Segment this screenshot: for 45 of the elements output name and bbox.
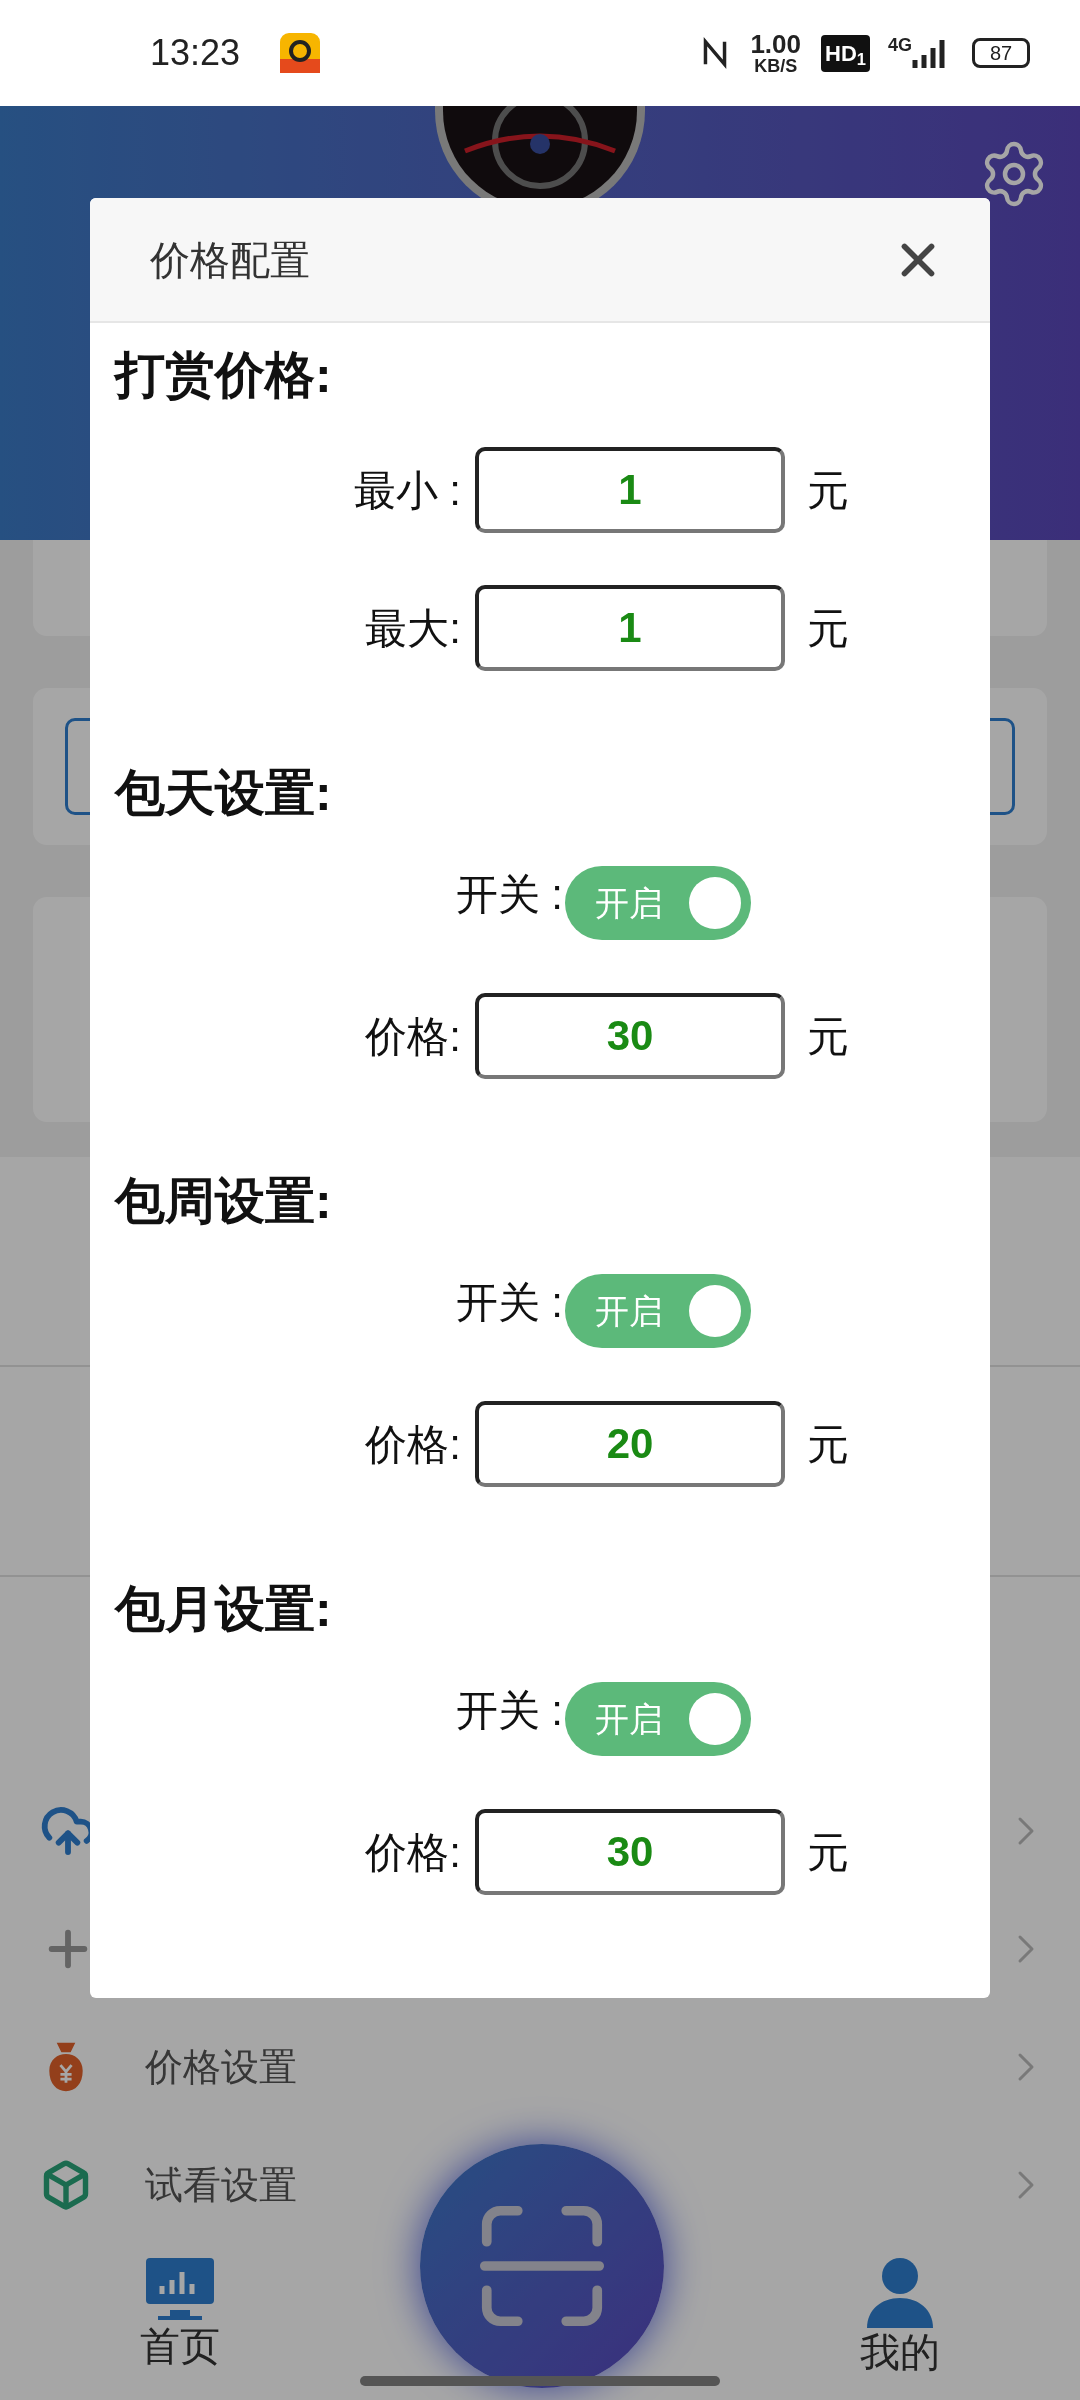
nfc-icon	[702, 37, 729, 69]
field-label: 最大:	[365, 603, 461, 654]
price-input[interactable]: 30	[475, 993, 785, 1079]
switch-label: 开关 :	[455, 1278, 563, 1328]
unit-label: 元	[807, 465, 849, 516]
signal-icon	[912, 38, 948, 68]
unit-label: 元	[807, 1827, 849, 1878]
home-tab[interactable]: 首页	[100, 2256, 260, 2370]
toggle-switch[interactable]: 开启	[565, 866, 751, 940]
field-label: 最小 :	[353, 465, 461, 516]
speed-unit: KB/S	[754, 57, 798, 75]
network-speed: 1.00	[750, 31, 801, 57]
toggle-knob	[689, 877, 741, 929]
app-icon	[280, 33, 321, 73]
unit-label: 元	[807, 1419, 849, 1470]
battery-icon: 87	[972, 38, 1030, 68]
switch-label: 开关 :	[455, 870, 563, 920]
section-heading: 包月设置:	[115, 1580, 332, 1639]
menu-label[interactable]: 价格设置	[145, 2038, 297, 2096]
scan-icon	[479, 2203, 605, 2329]
toggle-knob	[689, 1693, 741, 1745]
section-heading: 包天设置:	[115, 764, 332, 823]
switch-label: 开关 :	[455, 1686, 563, 1736]
person-icon	[865, 2256, 935, 2328]
toggle-knob	[689, 1285, 741, 1337]
field-label: 价格:	[365, 1827, 461, 1878]
hd-badge: HD$_{1}$	[821, 34, 870, 72]
field-label: 价格:	[365, 1419, 461, 1470]
unit-label: 元	[807, 603, 849, 654]
menu-label[interactable]: 试看设置	[145, 2156, 297, 2214]
price-input[interactable]: 1	[475, 447, 785, 533]
dialog-title: 价格配置	[150, 236, 310, 284]
toggle-switch[interactable]: 开启	[565, 1682, 751, 1756]
monitor-chart-icon	[144, 2256, 216, 2322]
unit-label: 元	[807, 1011, 849, 1062]
price-input[interactable]: 1	[475, 585, 785, 671]
field-label: 价格:	[365, 1011, 461, 1062]
profile-tab[interactable]: 我的	[820, 2256, 980, 2376]
price-input[interactable]: 20	[475, 1401, 785, 1487]
price-input[interactable]: 30	[475, 1809, 785, 1895]
section-heading: 打赏价格:	[115, 346, 332, 405]
network-type: 4G	[888, 34, 912, 57]
section-heading: 包周设置:	[115, 1172, 332, 1231]
toggle-switch[interactable]: 开启	[565, 1274, 751, 1348]
clock: 13:23	[150, 31, 241, 75]
